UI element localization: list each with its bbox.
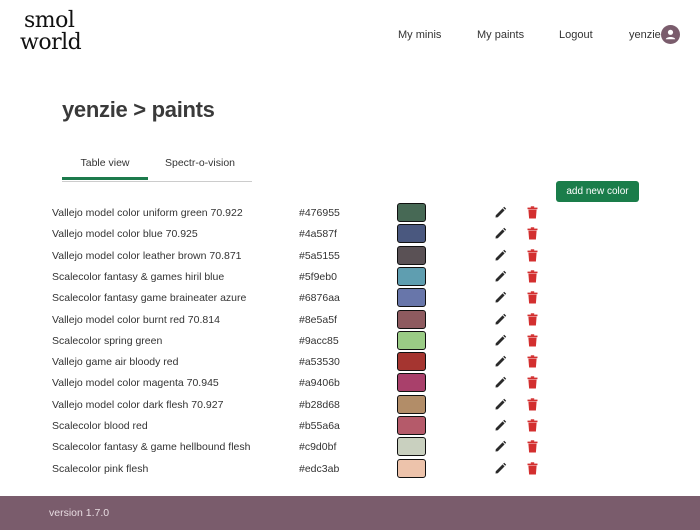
edit-icon[interactable] bbox=[494, 334, 507, 347]
color-swatch bbox=[397, 330, 426, 350]
paint-name: Vallejo model color leather brown 70.871 bbox=[52, 249, 242, 262]
user-icon bbox=[665, 29, 676, 40]
logo-line1: smol bbox=[24, 8, 75, 33]
edit-icon[interactable] bbox=[494, 249, 507, 262]
paint-hex: #b28d68 bbox=[299, 398, 340, 411]
delete-icon[interactable] bbox=[527, 270, 538, 283]
table-row: Scalecolor spring green #9acc85 bbox=[0, 330, 700, 352]
color-swatch bbox=[397, 458, 426, 478]
paint-hex: #a53530 bbox=[299, 356, 340, 369]
delete-icon[interactable] bbox=[527, 334, 538, 347]
nav-my-paints[interactable]: My paints bbox=[477, 28, 524, 42]
edit-icon[interactable] bbox=[494, 419, 507, 432]
delete-icon[interactable] bbox=[527, 291, 538, 304]
nav-logout[interactable]: Logout bbox=[559, 28, 593, 42]
version-label: version 1.7.0 bbox=[49, 507, 110, 519]
footer: version 1.7.0 bbox=[0, 496, 700, 530]
table-row: Scalecolor fantasy game braineater azure… bbox=[0, 288, 700, 309]
delete-icon[interactable] bbox=[527, 248, 538, 262]
edit-icon[interactable] bbox=[494, 355, 507, 368]
paint-name: Vallejo model color uniform green 70.922 bbox=[52, 207, 243, 219]
add-new-color-button[interactable]: add new color bbox=[556, 181, 639, 202]
paint-hex: #8e5a5f bbox=[299, 313, 337, 326]
edit-icon[interactable] bbox=[494, 291, 507, 304]
delete-icon[interactable] bbox=[527, 419, 538, 432]
table-row: Vallejo model color dark flesh 70.927 #b2… bbox=[0, 394, 700, 416]
edit-icon[interactable] bbox=[494, 270, 507, 283]
table-row: Vallejo game air bloody red #a53530 bbox=[0, 352, 700, 373]
paint-hex: #9acc85 bbox=[299, 334, 339, 347]
paint-name: Scalecolor pink flesh bbox=[52, 462, 149, 475]
paint-hex: #edc3ab bbox=[299, 462, 340, 475]
paint-hex: #c9d0bf bbox=[299, 441, 337, 454]
color-swatch bbox=[397, 288, 426, 308]
nav-my-minis[interactable]: My minis bbox=[398, 28, 441, 42]
paint-hex: #6876aa bbox=[299, 292, 340, 305]
paint-name: Vallejo model color burnt red 70.814 bbox=[52, 313, 220, 326]
table-row: Scalecolor fantasy & games hiril blue #5f… bbox=[0, 266, 700, 288]
delete-icon[interactable] bbox=[527, 206, 538, 219]
paint-hex: #5f9eb0 bbox=[299, 270, 337, 283]
paint-name: Vallejo model color blue 70.925 bbox=[52, 228, 198, 241]
delete-icon[interactable] bbox=[527, 227, 538, 240]
edit-icon[interactable] bbox=[494, 398, 507, 411]
paint-name: Scalecolor blood red bbox=[52, 420, 148, 432]
logo-line2: world bbox=[20, 30, 82, 55]
table-row: Scalecolor blood red #b55a6a bbox=[0, 416, 700, 437]
user-name[interactable]: yenzie bbox=[629, 28, 661, 42]
table-row: Vallejo model color uniform green 70.922… bbox=[0, 203, 700, 224]
paint-hex: #a9406b bbox=[299, 377, 340, 390]
paint-hex: #5a5155 bbox=[299, 249, 340, 262]
paint-name: Scalecolor spring green bbox=[52, 334, 163, 347]
color-swatch bbox=[397, 352, 426, 372]
table-row: Vallejo model color leather brown 70.871… bbox=[0, 245, 700, 267]
paint-name: Scalecolor fantasy & games hiril blue bbox=[52, 270, 225, 283]
table-row: Vallejo model color magenta 70.945 #a9406… bbox=[0, 373, 700, 394]
delete-icon[interactable] bbox=[527, 312, 538, 326]
view-tabs: Table view Spectr-o-vision bbox=[62, 151, 252, 182]
color-swatch bbox=[397, 416, 426, 435]
tab-table-view[interactable]: Table view bbox=[62, 151, 148, 180]
delete-icon[interactable] bbox=[527, 376, 538, 389]
table-row: Vallejo model color blue 70.925 #4a587f bbox=[0, 224, 700, 245]
paint-hex: #b55a6a bbox=[299, 420, 340, 432]
paint-name: Scalecolor fantasy & game hellbound fles… bbox=[52, 441, 251, 454]
color-swatch bbox=[397, 203, 426, 222]
avatar[interactable] bbox=[661, 25, 680, 44]
table-row: Scalecolor pink flesh #edc3ab bbox=[0, 458, 700, 480]
edit-icon[interactable] bbox=[494, 440, 507, 453]
paint-name: Vallejo game air bloody red bbox=[52, 356, 179, 369]
logo[interactable]: smol world bbox=[20, 8, 82, 62]
edit-icon[interactable] bbox=[494, 206, 507, 219]
paint-name: Vallejo model color dark flesh 70.927 bbox=[52, 398, 224, 411]
edit-icon[interactable] bbox=[494, 313, 507, 326]
paint-hex: #476955 bbox=[299, 207, 340, 219]
page-title: yenzie > paints bbox=[62, 97, 215, 122]
color-swatch bbox=[397, 224, 426, 244]
color-swatch bbox=[397, 373, 426, 393]
tab-spectr-o-vision[interactable]: Spectr-o-vision bbox=[148, 151, 252, 179]
table-row: Scalecolor fantasy & game hellbound fles… bbox=[0, 437, 700, 458]
paint-hex: #4a587f bbox=[299, 228, 337, 241]
edit-icon[interactable] bbox=[494, 376, 507, 389]
edit-icon[interactable] bbox=[494, 227, 507, 240]
delete-icon[interactable] bbox=[527, 440, 538, 453]
color-swatch bbox=[397, 245, 426, 265]
color-swatch bbox=[397, 309, 426, 329]
delete-icon[interactable] bbox=[527, 355, 538, 368]
delete-icon[interactable] bbox=[527, 461, 538, 475]
color-swatch bbox=[397, 394, 426, 414]
color-swatch bbox=[397, 266, 426, 286]
table-row: Vallejo model color burnt red 70.814 #8e5… bbox=[0, 309, 700, 331]
paint-name: Scalecolor fantasy game braineater azure bbox=[52, 292, 247, 305]
paint-name: Vallejo model color magenta 70.945 bbox=[52, 377, 219, 390]
delete-icon[interactable] bbox=[527, 397, 538, 411]
edit-icon[interactable] bbox=[494, 462, 507, 475]
color-swatch bbox=[397, 437, 426, 457]
